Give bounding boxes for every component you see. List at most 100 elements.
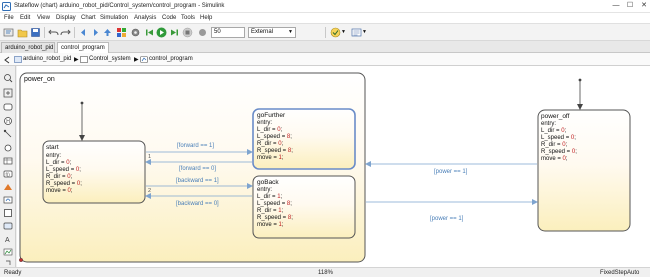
transition-label-forward-off: [forward == 0] [179, 166, 216, 172]
menu-simulation[interactable]: Simulation [100, 15, 128, 21]
transition-order-1: 1 [148, 154, 151, 160]
breadcrumb-item-model[interactable]: arduino_robot_pid [23, 56, 71, 62]
back-icon[interactable] [78, 27, 89, 38]
transition-label-forward-on: [forward == 1] [177, 143, 214, 149]
chart-icon [140, 56, 148, 63]
save-icon[interactable] [30, 27, 41, 38]
default-transition-icon[interactable] [3, 129, 13, 139]
model-browser-icon[interactable] [3, 27, 14, 38]
svg-text:R_dir = 0;: R_dir = 0; [46, 174, 73, 180]
up-to-parent-icon[interactable] [102, 27, 113, 38]
stateflow-app-icon [2, 2, 11, 11]
state-go-further-entry: entry: [257, 120, 272, 126]
minimize-button[interactable]: — [609, 0, 623, 12]
stateflow-diagram: power_on start entry: L_dir = 0; L_speed… [19, 72, 631, 263]
menu-edit[interactable]: Edit [20, 15, 30, 21]
menu-bar: File Edit View Display Chart Simulation … [0, 13, 650, 24]
transition-power-off-to-power-on[interactable]: [power == 1] [365, 161, 537, 175]
transition-label-power-off-to-on: [power == 1] [434, 169, 468, 175]
menu-tools[interactable]: Tools [181, 15, 195, 21]
model-settings-icon[interactable] [130, 27, 141, 38]
svg-text:H: H [6, 119, 10, 125]
simulink-state-icon[interactable] [3, 221, 13, 231]
simulation-mode-select[interactable]: External ▼ [248, 27, 296, 38]
svg-text:A: A [5, 237, 10, 244]
transition-label-backward-off: [backward == 0] [176, 201, 219, 207]
state-go-further-name: goFurther [257, 112, 286, 119]
zoom-fit-icon[interactable] [3, 73, 13, 83]
svg-text:L_speed = 0;: L_speed = 0; [541, 135, 576, 141]
state-start[interactable]: start entry: L_dir = 0; L_speed = 0; R_d… [42, 140, 146, 204]
subsystem-icon [80, 56, 88, 63]
library-browser-icon[interactable] [116, 27, 127, 38]
menu-code[interactable]: Code [162, 15, 176, 21]
simulink-function-icon[interactable] [3, 195, 13, 205]
chevron-down-icon[interactable]: ▼ [341, 29, 346, 35]
truth-table-icon[interactable] [3, 156, 13, 166]
open-icon[interactable] [17, 27, 28, 38]
menu-display[interactable]: Display [56, 15, 76, 21]
step-forward-icon[interactable] [169, 27, 180, 38]
undo-icon[interactable] [48, 27, 59, 38]
title-bar: Stateflow (chart) arduino_robot_pid/Cont… [0, 0, 650, 13]
toolbar-separator [325, 27, 326, 38]
transition-power-on-to-power-off[interactable]: [power == 1] [366, 199, 538, 222]
redo-icon[interactable] [60, 27, 71, 38]
connective-junction-icon[interactable] [3, 143, 13, 153]
close-button[interactable]: ✕ [637, 0, 650, 12]
transition-order-2: 2 [148, 188, 151, 194]
svg-text:move = 1;: move = 1; [257, 222, 284, 228]
breadcrumb-item-subsystem[interactable]: Control_system [89, 56, 131, 62]
menu-chart[interactable]: Chart [81, 15, 96, 21]
menu-view[interactable]: View [37, 15, 50, 21]
build-model-icon[interactable] [351, 27, 362, 38]
svg-text:L_speed = 8;: L_speed = 8; [257, 201, 292, 207]
breadcrumb-item-chart[interactable]: control_program [149, 56, 193, 62]
record-icon[interactable] [197, 27, 208, 38]
svg-text:L_dir = 1;: L_dir = 1; [257, 194, 283, 200]
graphical-function-icon[interactable]: f() [3, 169, 13, 179]
stop-time-input[interactable]: 50 [211, 27, 245, 38]
hide-explorer-icon[interactable] [3, 56, 12, 64]
svg-text:L_dir = 0;: L_dir = 0; [541, 128, 567, 134]
image-icon[interactable] [3, 247, 13, 257]
matlab-function-icon[interactable] [3, 182, 13, 192]
state-go-further[interactable]: goFurther entry: L_dir = 0; L_speed = 8;… [252, 108, 356, 170]
svg-text:f(): f() [6, 172, 11, 177]
state-power-off-entry: entry: [541, 121, 556, 127]
step-back-icon[interactable] [144, 27, 155, 38]
menu-file[interactable]: File [4, 15, 14, 21]
solver-name[interactable]: FixedStepAuto [600, 270, 639, 276]
state-power-on-name: power_on [24, 76, 55, 83]
state-go-back-name: goBack [257, 179, 279, 186]
stop-icon[interactable] [182, 27, 193, 38]
zoom-level: 118% [318, 270, 333, 276]
chart-canvas[interactable]: power_on start entry: L_dir = 0; L_speed… [17, 66, 650, 267]
status-bar: Ready 118% FixedStepAuto [0, 267, 650, 277]
state-power-off[interactable]: power_off entry: L_dir = 0; L_speed = 0;… [537, 109, 631, 232]
tab-arduino-robot-pid[interactable]: arduino_robot_pid [1, 42, 55, 53]
box-icon[interactable] [3, 208, 13, 218]
chevron-down-icon[interactable]: ▼ [362, 29, 367, 35]
model-advisor-icon[interactable] [330, 27, 341, 38]
annotation-icon[interactable]: A [3, 234, 13, 244]
svg-text:move = 0;: move = 0; [46, 188, 73, 194]
maximize-button[interactable]: ☐ [623, 0, 637, 12]
default-transition-power-off[interactable] [577, 78, 583, 110]
window-title: Stateflow (chart) arduino_robot_pid/Cont… [14, 3, 225, 9]
state-go-back-entry: entry: [257, 187, 272, 193]
menu-analysis[interactable]: Analysis [134, 15, 156, 21]
svg-text:L_dir = 0;: L_dir = 0; [257, 127, 283, 133]
state-tool-icon[interactable] [3, 102, 13, 112]
svg-text:R_speed = 0;: R_speed = 0; [46, 181, 82, 187]
object-palette: H f() A [0, 66, 16, 267]
simulation-mode-value: External [251, 29, 274, 35]
state-go-back[interactable]: goBack entry: L_dir = 1; L_speed = 8; R_… [252, 175, 356, 239]
svg-text:L_speed = 0;: L_speed = 0; [46, 167, 81, 173]
menu-help[interactable]: Help [200, 15, 212, 21]
zoom-icon[interactable] [3, 88, 13, 98]
forward-icon[interactable] [90, 27, 101, 38]
history-junction-icon[interactable]: H [3, 116, 13, 126]
run-icon[interactable] [156, 27, 167, 38]
default-transition-power-on[interactable] [19, 257, 23, 262]
